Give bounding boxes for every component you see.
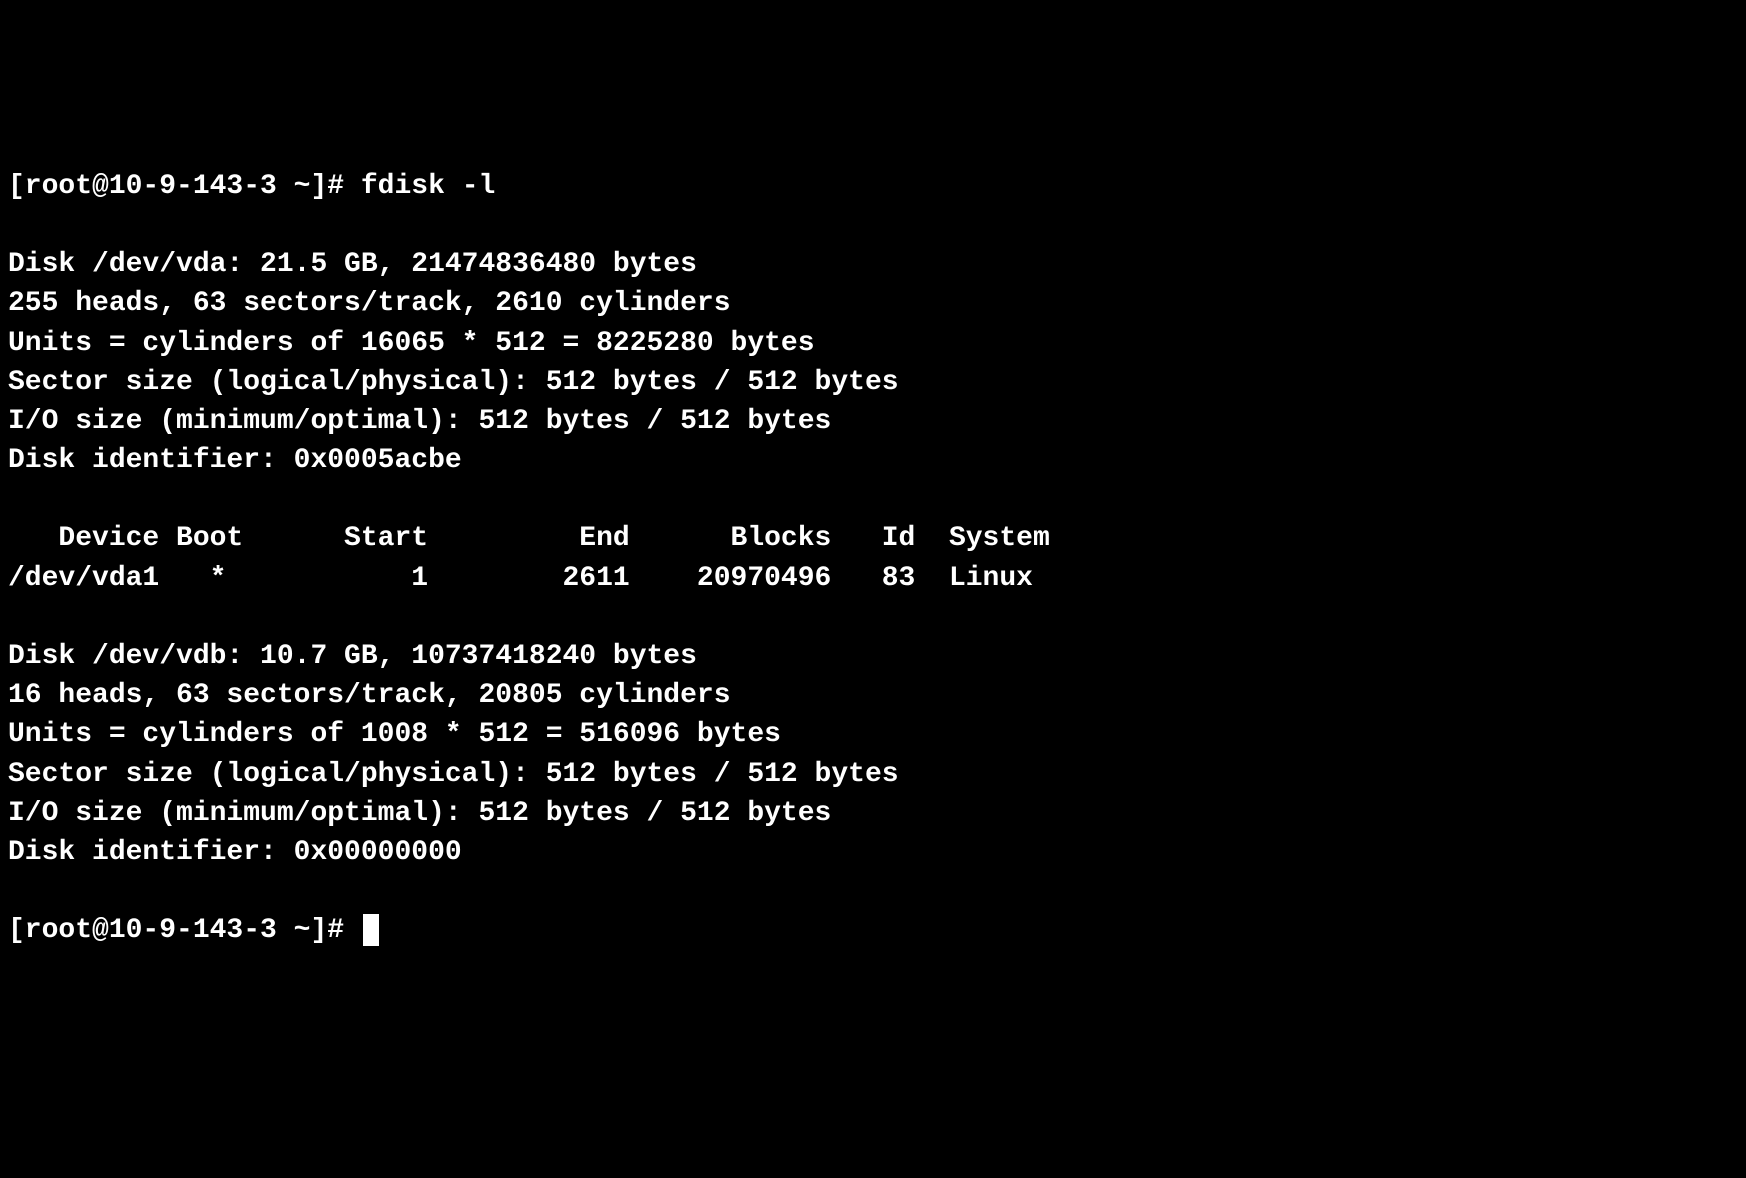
disk-units-line: Units = cylinders of 16065 * 512 = 82252… — [8, 328, 815, 359]
disk-io-size-line: I/O size (minimum/optimal): 512 bytes / … — [8, 798, 831, 829]
disk-header-line: Disk /dev/vdb: 10.7 GB, 10737418240 byte… — [8, 641, 697, 672]
disk-geometry-line: 255 heads, 63 sectors/track, 2610 cylind… — [8, 288, 731, 319]
disk-geometry-line: 16 heads, 63 sectors/track, 20805 cylind… — [8, 680, 731, 711]
disk-identifier-line: Disk identifier: 0x0005acbe — [8, 445, 462, 476]
shell-prompt: [root@10-9-143-3 ~]# — [8, 171, 344, 202]
shell-prompt: [root@10-9-143-3 ~]# — [8, 915, 344, 946]
disk-sector-size-line: Sector size (logical/physical): 512 byte… — [8, 759, 899, 790]
partition-table-row: /dev/vda1 * 1 2611 20970496 83 Linux — [8, 563, 1033, 594]
disk-sector-size-line: Sector size (logical/physical): 512 byte… — [8, 367, 899, 398]
disk-header-line: Disk /dev/vda: 21.5 GB, 21474836480 byte… — [8, 249, 697, 280]
terminal-cursor[interactable] — [363, 914, 379, 946]
terminal-output[interactable]: [root@10-9-143-3 ~]# fdisk -l Disk /dev/… — [8, 167, 1738, 951]
disk-identifier-line: Disk identifier: 0x00000000 — [8, 837, 462, 868]
disk-io-size-line: I/O size (minimum/optimal): 512 bytes / … — [8, 406, 831, 437]
command-text: fdisk -l — [361, 171, 495, 202]
disk-units-line: Units = cylinders of 1008 * 512 = 516096… — [8, 719, 781, 750]
partition-table-header: Device Boot Start End Blocks Id System — [8, 523, 1050, 554]
